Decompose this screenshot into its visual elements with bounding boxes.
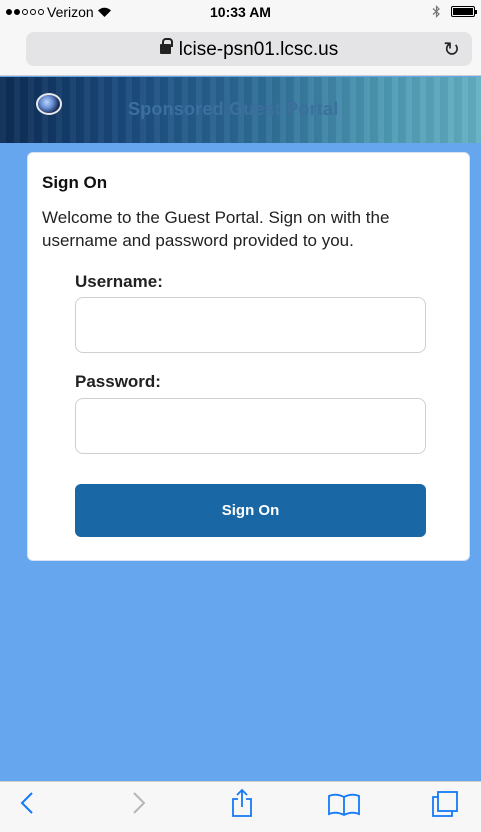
sign-on-heading: Sign On <box>42 173 108 192</box>
tabs-icon[interactable] <box>431 790 459 823</box>
bookmarks-icon[interactable] <box>327 793 361 822</box>
status-right <box>432 5 477 18</box>
password-input[interactable] <box>75 398 426 454</box>
browser-toolbar <box>0 781 481 832</box>
reload-icon[interactable]: ↻ <box>443 37 460 62</box>
status-time: 10:33 AM <box>210 4 271 20</box>
address-bar[interactable]: lcise-psn01.lcsc.us ↻ <box>26 32 472 66</box>
browser-address-area: lcise-psn01.lcsc.us ↻ <box>0 24 481 76</box>
sign-on-card: Sign On Welcome to the Guest Portal. Sig… <box>27 152 470 561</box>
portal-header-banner: Sponsored Guest Portal <box>0 77 481 143</box>
sign-on-button[interactable]: Sign On <box>75 484 426 537</box>
url-display: lcise-psn01.lcsc.us <box>26 38 472 61</box>
forward-icon[interactable] <box>132 791 146 820</box>
bluetooth-icon <box>432 5 440 18</box>
lock-icon <box>159 38 173 54</box>
battery-icon <box>451 6 477 17</box>
welcome-message: Welcome to the Guest Portal. Sign on wit… <box>42 208 390 250</box>
username-input[interactable] <box>75 297 426 353</box>
username-label: Username: <box>75 272 163 291</box>
back-icon[interactable] <box>20 791 34 820</box>
portal-logo-icon <box>36 93 62 115</box>
status-bar: Verizon 10:33 AM <box>0 0 481 24</box>
password-label: Password: <box>75 372 161 391</box>
share-icon[interactable] <box>231 788 253 823</box>
portal-title: Sponsored Guest Portal <box>128 99 339 119</box>
url-text: lcise-psn01.lcsc.us <box>178 39 339 60</box>
